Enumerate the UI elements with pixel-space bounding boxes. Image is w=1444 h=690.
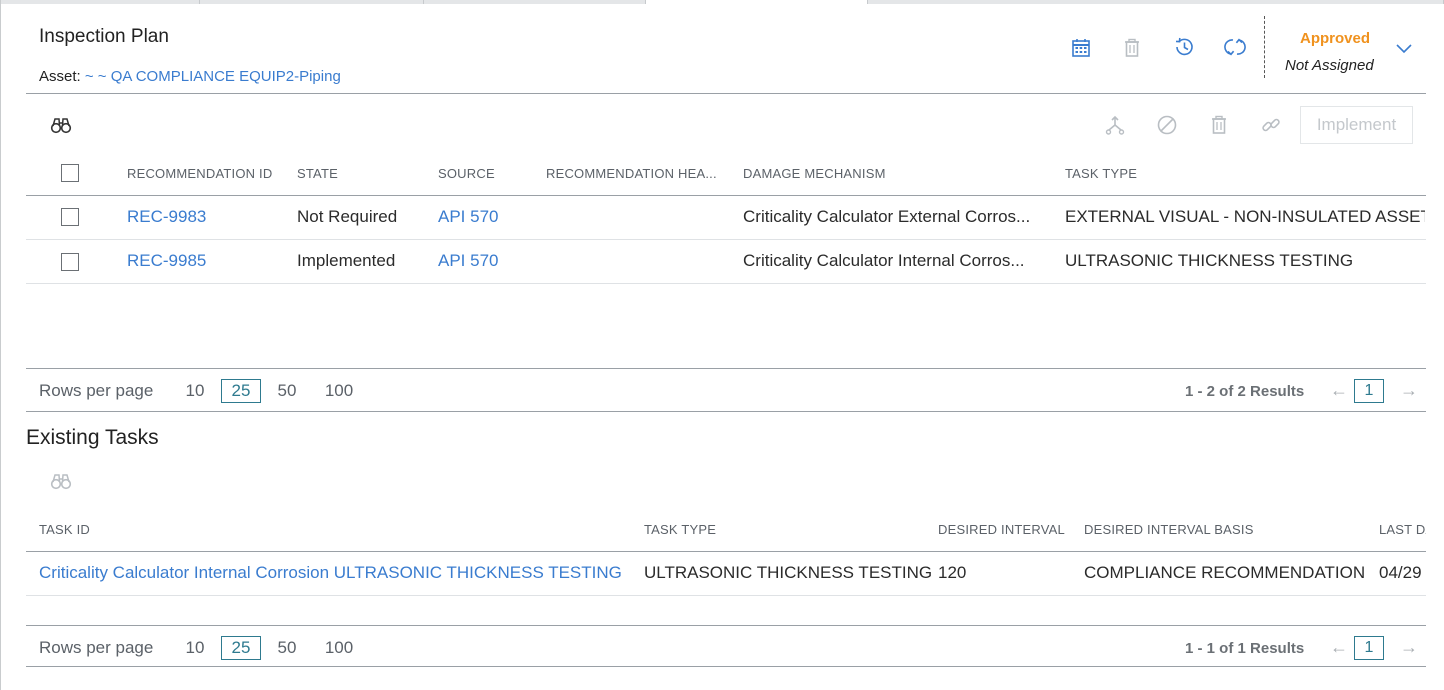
last-date-cell: 04/29	[1379, 563, 1422, 582]
col-header-last-date[interactable]: LAST DA	[1379, 522, 1426, 537]
tab-4-active[interactable]	[646, 0, 868, 4]
rows-per-page-100[interactable]: 100	[321, 638, 357, 658]
row-separator	[26, 283, 1426, 284]
row-checkbox[interactable]	[61, 208, 79, 226]
source-link[interactable]: API 570	[438, 251, 499, 271]
damage-mechanism-cell: Criticality Calculator External Corros..…	[743, 207, 1031, 226]
col-header-damage-mechanism[interactable]: DAMAGE MECHANISM	[743, 166, 886, 181]
col-header-desired-interval-basis[interactable]: DESIRED INTERVAL BASIS	[1084, 522, 1254, 537]
next-page-arrow[interactable]: →	[1400, 637, 1418, 658]
col-header-task-id[interactable]: TASK ID	[39, 522, 90, 537]
existing-tasks-title: Existing Tasks	[26, 426, 159, 449]
rows-per-page-label: Rows per page	[39, 638, 154, 657]
trash-icon[interactable]	[1121, 37, 1143, 59]
implement-button[interactable]: Implement	[1300, 106, 1413, 144]
results-count: 1 - 2 of 2 Results	[1185, 383, 1305, 400]
rows-per-page-50[interactable]: 50	[273, 381, 301, 401]
rows-per-page-25[interactable]: 25	[221, 636, 261, 660]
state-cell: Not Required	[297, 207, 398, 226]
prev-page-arrow[interactable]: ←	[1330, 637, 1348, 658]
col-header-recommendation-headline[interactable]: RECOMMENDATION HEA...	[546, 166, 717, 181]
current-page[interactable]: 1	[1354, 636, 1384, 660]
recommendation-id-link[interactable]: REC-9983	[127, 207, 206, 227]
link-icon[interactable]	[1260, 114, 1282, 136]
tasks-header-separator	[26, 551, 1426, 552]
recommendation-id-link[interactable]: REC-9985	[127, 251, 206, 271]
asset-row: Asset: ~ ~ QA COMPLIANCE EQUIP2-Piping	[39, 68, 341, 85]
merge-icon[interactable]	[1104, 114, 1126, 136]
row-separator	[26, 239, 1426, 240]
rows-per-page-25[interactable]: 25	[221, 379, 261, 403]
rows-per-page-10[interactable]: 10	[181, 381, 209, 401]
task-type-cell: EXTERNAL VISUAL - NON-INSULATED ASSET	[1065, 207, 1425, 226]
current-page[interactable]: 1	[1354, 379, 1384, 403]
desired-interval-basis-cell: COMPLIANCE RECOMMENDATION	[1084, 563, 1366, 582]
tab-1[interactable]	[0, 0, 200, 4]
desired-interval-cell: 120	[938, 563, 967, 582]
col-header-task-type[interactable]: TASK TYPE	[1065, 166, 1137, 181]
calendar-icon[interactable]	[1070, 37, 1092, 59]
damage-mechanism-cell: Criticality Calculator Internal Corros..…	[743, 251, 1025, 270]
rows-per-page-10[interactable]: 10	[181, 638, 209, 658]
status-badge: Approved	[1300, 30, 1371, 47]
source-link[interactable]: API 570	[438, 207, 499, 227]
binoculars-icon[interactable]	[50, 114, 72, 136]
pagination-bottom-border	[26, 666, 1426, 667]
col-header-desired-interval[interactable]: DESIRED INTERVAL	[938, 522, 1065, 537]
col-header-task-type[interactable]: TASK TYPE	[644, 522, 716, 537]
col-header-state[interactable]: STATE	[297, 166, 338, 181]
pagination-bottom-border	[26, 411, 1426, 412]
col-header-source[interactable]: SOURCE	[438, 166, 495, 181]
rows-per-page-label: Rows per page	[39, 381, 154, 400]
table-header-separator	[26, 195, 1426, 196]
tab-2[interactable]	[200, 0, 424, 4]
header-divider	[1264, 16, 1265, 78]
rows-per-page-100[interactable]: 100	[321, 381, 357, 401]
page-title: Inspection Plan	[39, 26, 169, 47]
prev-page-arrow[interactable]: ←	[1330, 380, 1348, 401]
refresh-icon[interactable]	[1224, 36, 1246, 58]
tab-strip-rest	[868, 0, 1444, 4]
asset-link[interactable]: ~ ~ QA COMPLIANCE EQUIP2-Piping	[85, 68, 341, 85]
history-icon[interactable]	[1173, 36, 1195, 58]
trash-icon[interactable]	[1208, 114, 1230, 136]
col-header-recommendation-id[interactable]: RECOMMENDATION ID	[127, 166, 272, 181]
pagination-top-border	[26, 368, 1426, 369]
chevron-down-icon[interactable]	[1393, 38, 1415, 60]
disable-icon[interactable]	[1156, 114, 1178, 136]
tab-strip	[0, 0, 1444, 4]
results-count: 1 - 1 of 1 Results	[1185, 640, 1305, 657]
select-all-checkbox[interactable]	[61, 164, 79, 182]
task-type-cell: ULTRASONIC THICKNESS TESTING	[644, 563, 933, 582]
asset-label: Asset:	[39, 68, 81, 85]
task-type-cell: ULTRASONIC THICKNESS TESTING	[1065, 251, 1354, 270]
assignment-status: Not Assigned	[1285, 57, 1374, 74]
next-page-arrow[interactable]: →	[1400, 380, 1418, 401]
pagination-top-border	[26, 625, 1426, 626]
row-checkbox[interactable]	[61, 253, 79, 271]
tab-3[interactable]	[424, 0, 646, 4]
rows-per-page-50[interactable]: 50	[273, 638, 301, 658]
binoculars-icon[interactable]	[50, 470, 72, 492]
left-border	[0, 0, 1, 690]
row-separator	[26, 595, 1426, 596]
task-id-link[interactable]: Criticality Calculator Internal Corrosio…	[39, 563, 622, 583]
state-cell: Implemented	[297, 251, 396, 270]
header-separator	[26, 93, 1426, 94]
